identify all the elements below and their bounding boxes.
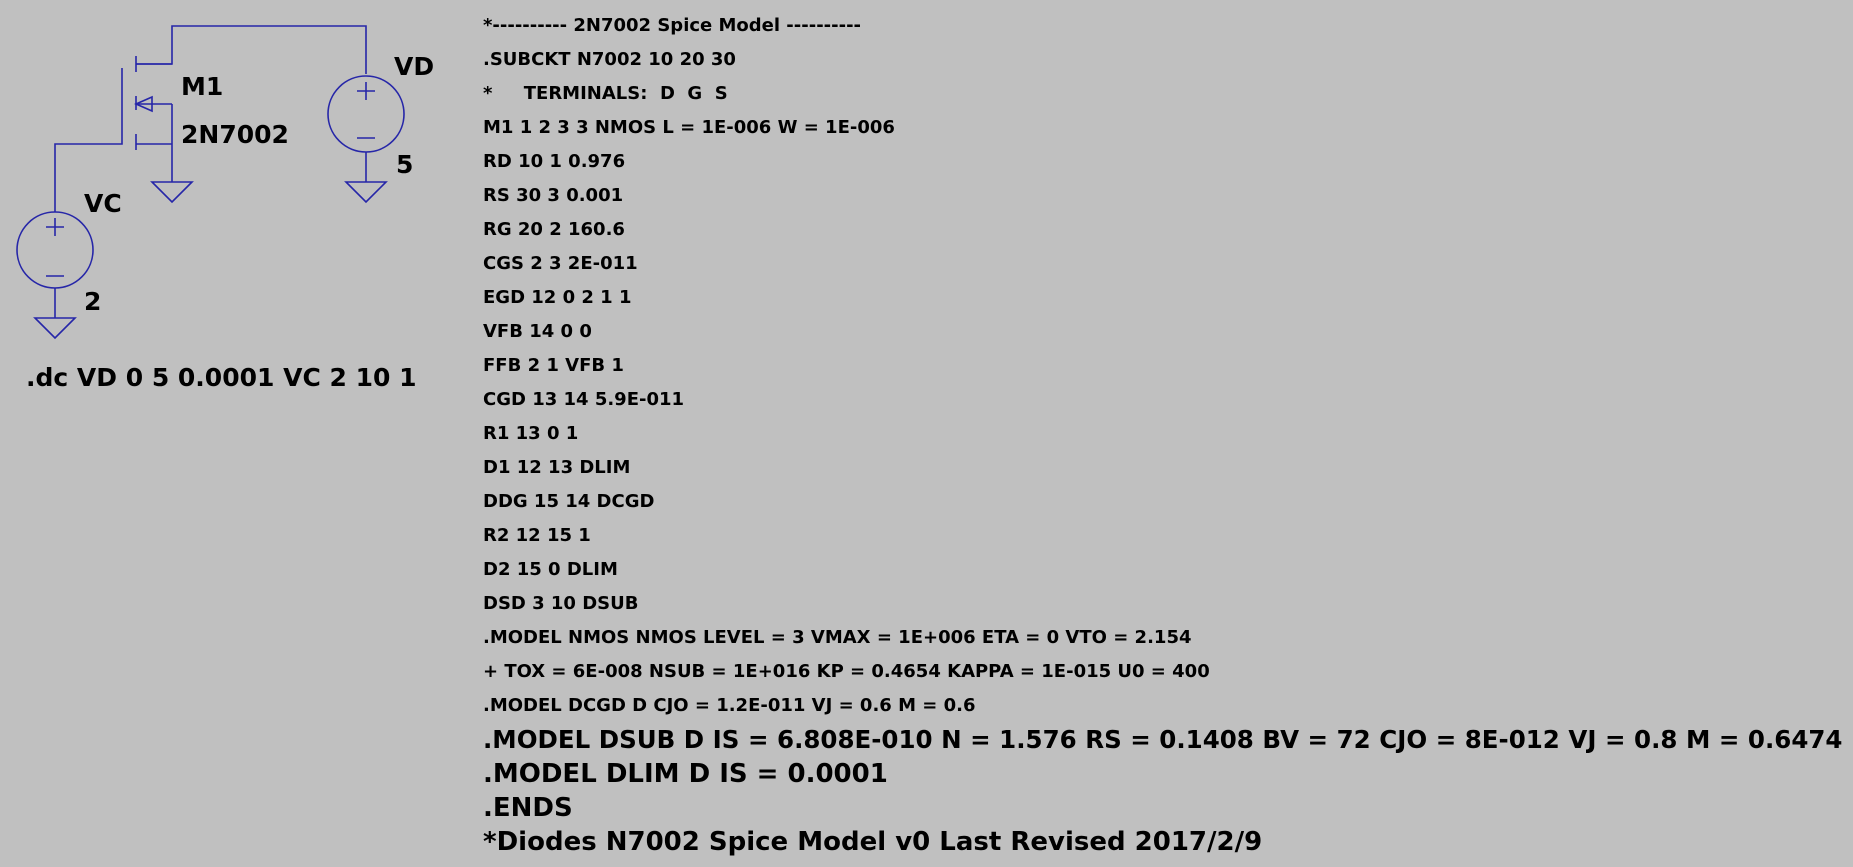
netlist-line: CGS 2 3 2E-011: [483, 253, 638, 274]
dc-sweep-directive[interactable]: .dc VD 0 5 0.0001 VC 2 10 1: [26, 363, 416, 393]
netlist-line: D1 12 13 DLIM: [483, 457, 631, 478]
m1-instance-name[interactable]: M1: [181, 72, 223, 102]
ground-icon: [33, 317, 77, 340]
vd-instance-name[interactable]: VD: [394, 52, 434, 82]
netlist-line: .SUBCKT N7002 10 20 30: [483, 49, 736, 70]
netlist-line: EGD 12 0 2 1 1: [483, 287, 632, 308]
netlist-line: .ENDS: [483, 793, 573, 823]
vc-value[interactable]: 2: [84, 287, 101, 317]
netlist-line: FFB 2 1 VFB 1: [483, 355, 624, 376]
netlist-line: .MODEL DCGD D CJO = 1.2E-011 VJ = 0.6 M …: [483, 695, 976, 716]
netlist-line: M1 1 2 3 3 NMOS L = 1E-006 W = 1E-006: [483, 117, 895, 138]
netlist-line: *---------- 2N7002 Spice Model ---------…: [483, 15, 862, 36]
netlist-line: .MODEL DLIM D IS = 0.0001: [483, 759, 888, 789]
netlist-line: *Diodes N7002 Spice Model v0 Last Revise…: [483, 827, 1263, 857]
m1-model-name[interactable]: 2N7002: [181, 120, 289, 150]
netlist-line: .MODEL NMOS NMOS LEVEL = 3 VMAX = 1E+006…: [483, 627, 1192, 648]
netlist-line: RS 30 3 0.001: [483, 185, 624, 206]
netlist-line: CGD 13 14 5.9E-011: [483, 389, 685, 410]
netlist-line: DDG 15 14 DCGD: [483, 491, 655, 512]
wire-drain-to-vd[interactable]: [136, 25, 367, 74]
ground-icon: [150, 181, 194, 204]
netlist-line: R2 12 15 1: [483, 525, 591, 546]
netlist-line: D2 15 0 DLIM: [483, 559, 618, 580]
netlist-line: DSD 3 10 DSUB: [483, 593, 639, 614]
netlist-line: RG 20 2 160.6: [483, 219, 625, 240]
netlist-line: * TERMINALS: D G S: [483, 83, 728, 104]
voltage-source-icon[interactable]: [16, 211, 94, 318]
netlist-line: .MODEL DSUB D IS = 6.808E-010 N = 1.576 …: [483, 725, 1843, 754]
netlist-line: R1 13 0 1: [483, 423, 579, 444]
ground-icon: [344, 181, 388, 204]
vd-value[interactable]: 5: [396, 150, 413, 180]
netlist-line: RD 10 1 0.976: [483, 151, 626, 172]
spice-netlist[interactable]: *---------- 2N7002 Spice Model ---------…: [483, 9, 1842, 859]
netlist-line: VFB 14 0 0: [483, 321, 592, 342]
vc-instance-name[interactable]: VC: [84, 189, 122, 219]
voltage-source-icon[interactable]: [327, 75, 405, 182]
nmos-transistor-icon[interactable]: [134, 56, 173, 182]
netlist-line: + TOX = 6E-008 NSUB = 1E+016 KP = 0.4654…: [483, 661, 1210, 682]
